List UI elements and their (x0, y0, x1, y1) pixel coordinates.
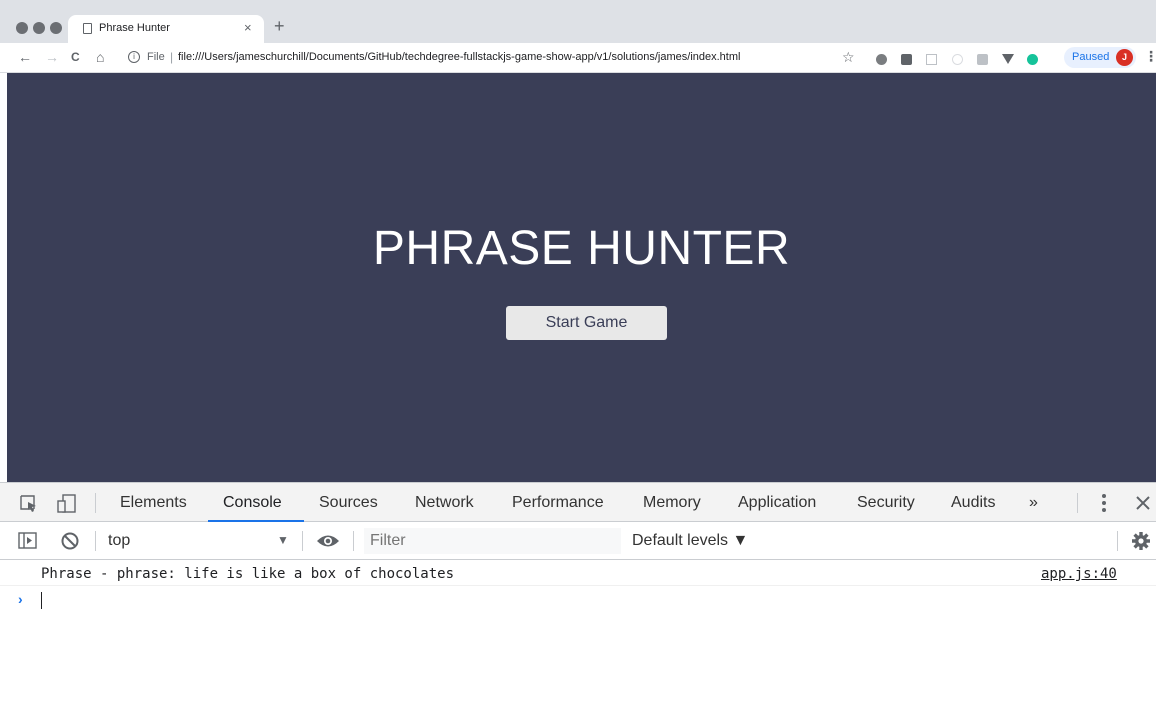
page-title: PHRASE HUNTER (372, 222, 791, 275)
devtools-menu-icon[interactable] (1101, 493, 1107, 513)
address-bar[interactable]: i File | file:///Users/jameschurchill/Do… (118, 46, 838, 70)
info-icon[interactable]: i (128, 51, 140, 63)
context-selector[interactable]: top (108, 532, 130, 550)
tab-audits[interactable]: Audits (951, 494, 995, 512)
source-link[interactable]: app.js:40 (1041, 566, 1117, 582)
scheme-separator: | (170, 50, 174, 64)
toolbar-divider (1077, 493, 1078, 513)
home-button[interactable]: ⌂ (96, 49, 104, 65)
device-toolbar-icon[interactable] (56, 493, 78, 515)
toolbar-divider (1117, 531, 1118, 551)
console-message-text: Phrase - phrase: life is like a box of c… (41, 566, 455, 582)
scheme-label: File (147, 51, 165, 63)
devtools-tabbar: Elements Console Sources Network Perform… (0, 482, 1156, 522)
inspect-element-icon[interactable] (20, 495, 38, 513)
avatar: J (1116, 49, 1133, 66)
extension-circle-icon[interactable] (876, 54, 887, 65)
profile-button[interactable]: Paused J (1064, 47, 1136, 68)
grammarly-icon[interactable] (1027, 54, 1038, 65)
tab-console[interactable]: Console (223, 494, 282, 512)
zoom-window-dot[interactable] (50, 22, 62, 34)
console-toolbar: top ▼ Default levels ▼ (0, 522, 1156, 560)
url-text[interactable]: file:///Users/jameschurchill/Documents/G… (178, 51, 740, 63)
tab-network[interactable]: Network (415, 494, 474, 512)
chevron-down-icon[interactable]: ▼ (277, 533, 289, 547)
forward-button[interactable]: → (45, 49, 59, 65)
tab-memory[interactable]: Memory (643, 494, 701, 512)
tab-sources[interactable]: Sources (319, 494, 378, 512)
gear-icon[interactable] (1131, 531, 1151, 551)
game-overlay: PHRASE HUNTER Start Game (7, 73, 1156, 482)
show-sidebar-icon[interactable] (18, 532, 38, 550)
bookmark-star-icon[interactable]: ☆ (842, 49, 855, 66)
minimize-window-dot[interactable] (33, 22, 45, 34)
extension-light-icon[interactable] (952, 54, 963, 65)
tab-performance[interactable]: Performance (512, 494, 604, 512)
new-tab-button[interactable]: + (274, 16, 285, 37)
extension-square-icon[interactable] (926, 54, 937, 65)
more-tabs-icon[interactable]: » (1029, 494, 1038, 512)
clear-console-icon[interactable] (60, 531, 80, 551)
log-levels-dropdown[interactable]: Default levels ▼ (632, 532, 748, 550)
toolbar-divider (95, 531, 96, 551)
start-game-button[interactable]: Start Game (506, 306, 667, 340)
browser-tab[interactable]: Phrase Hunter × (68, 15, 264, 43)
toolbar-divider (302, 531, 303, 551)
console-input[interactable] (41, 592, 42, 609)
close-tab-icon[interactable]: × (244, 20, 252, 35)
toolbar-divider (95, 493, 96, 513)
extension-funnel-icon[interactable] (1002, 54, 1014, 64)
filter-input[interactable] (364, 528, 621, 554)
tab-elements[interactable]: Elements (120, 494, 187, 512)
tab-title: Phrase Hunter (99, 22, 170, 34)
back-button[interactable]: ← (18, 49, 32, 65)
tab-strip: Phrase Hunter × + (0, 0, 1156, 43)
page-icon (83, 23, 92, 34)
close-devtools-icon[interactable] (1135, 495, 1151, 511)
profile-status: Paused (1072, 51, 1110, 63)
extension-grey-icon[interactable] (977, 54, 988, 65)
live-expression-eye-icon[interactable] (316, 533, 340, 549)
extension-mail-icon[interactable] (901, 54, 912, 65)
reload-button[interactable]: C (71, 50, 80, 64)
console-message: Phrase - phrase: life is like a box of c… (0, 562, 1156, 586)
tab-application[interactable]: Application (738, 494, 816, 512)
browser-menu-icon[interactable]: ⋮ (1144, 48, 1156, 65)
close-window-dot[interactable] (16, 22, 28, 34)
toolbar-divider (353, 531, 354, 551)
console-prompt-icon: › (18, 591, 23, 607)
tab-security[interactable]: Security (857, 494, 915, 512)
